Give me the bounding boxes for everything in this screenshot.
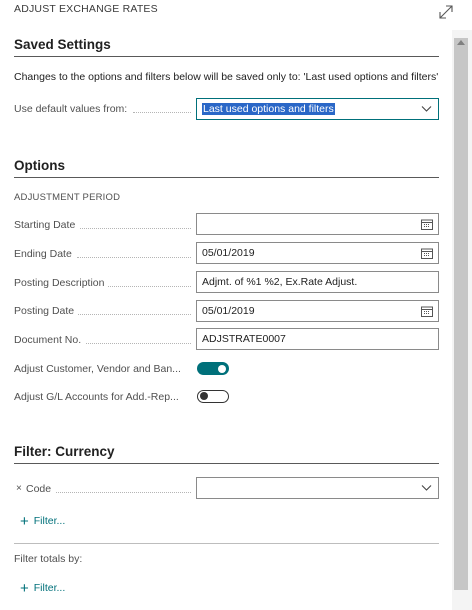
- leader-dots: [56, 492, 191, 493]
- starting-date-input[interactable]: [196, 213, 439, 235]
- add-filter-label: Filter...: [33, 515, 66, 527]
- leader-dots: [80, 228, 191, 229]
- starting-date-label: Starting Date: [14, 219, 76, 231]
- chevron-down-icon: [421, 485, 432, 491]
- leader-dots: [133, 112, 191, 113]
- calendar-icon[interactable]: [421, 219, 433, 230]
- posting-description-input[interactable]: Adjmt. of %1 %2, Ex.Rate Adjust.: [196, 271, 439, 293]
- document-no-input[interactable]: ADJSTRATE0007: [196, 328, 439, 350]
- document-no-value: ADJSTRATE0007: [202, 333, 286, 345]
- section-divider: [14, 177, 439, 178]
- dialog-title-bar: ADJUST EXCHANGE RATES: [0, 0, 472, 24]
- adjust-gl-accounts-label: Adjust G/L Accounts for Add.-Rep...: [14, 391, 179, 403]
- adjust-customer-vendor-bank-toggle[interactable]: [197, 362, 229, 375]
- scroll-up-arrow-icon[interactable]: [457, 40, 465, 45]
- posting-description-label: Posting Description: [14, 277, 105, 289]
- document-no-label: Document No.: [14, 334, 82, 346]
- remove-filter-icon[interactable]: ×: [16, 483, 22, 494]
- chevron-down-icon: [421, 106, 432, 112]
- leader-dots: [78, 314, 191, 315]
- add-currency-filter-link[interactable]: + Filter...: [20, 513, 65, 530]
- ending-date-input[interactable]: 05/01/2019: [196, 242, 439, 264]
- calendar-icon[interactable]: [421, 306, 433, 317]
- adjustment-period-heading: ADJUSTMENT PERIOD: [14, 192, 121, 203]
- leader-dots: [86, 343, 191, 344]
- posting-date-value: 05/01/2019: [202, 305, 255, 317]
- currency-code-label: Code: [26, 483, 52, 495]
- adjust-gl-accounts-toggle[interactable]: [197, 390, 229, 403]
- saved-settings-heading: Saved Settings: [14, 37, 111, 52]
- toggle-knob: [200, 392, 208, 400]
- dialog-title: ADJUST EXCHANGE RATES: [14, 3, 158, 15]
- posting-date-input[interactable]: 05/01/2019: [196, 300, 439, 322]
- default-values-selected-text: Last used options and filters: [202, 103, 335, 115]
- toggle-knob: [218, 364, 226, 373]
- default-values-label: Use default values from:: [14, 103, 128, 115]
- section-divider: [14, 463, 439, 464]
- add-filter-label: Filter...: [33, 582, 66, 594]
- filter-currency-heading: Filter: Currency: [14, 444, 115, 459]
- scrollbar-thumb[interactable]: [454, 38, 468, 590]
- currency-code-select[interactable]: [196, 477, 439, 499]
- expand-diagonal-icon[interactable]: [437, 3, 455, 21]
- default-values-select[interactable]: Last used options and filters: [196, 98, 439, 120]
- ending-date-value: 05/01/2019: [202, 247, 255, 259]
- adjust-customer-vendor-bank-label: Adjust Customer, Vendor and Ban...: [14, 363, 181, 375]
- posting-date-label: Posting Date: [14, 305, 75, 317]
- options-heading: Options: [14, 158, 65, 173]
- plus-icon: +: [20, 580, 29, 597]
- plus-icon: +: [20, 513, 29, 530]
- section-divider: [14, 56, 439, 57]
- calendar-icon[interactable]: [421, 248, 433, 259]
- leader-dots: [77, 257, 191, 258]
- saved-settings-info: Changes to the options and filters below…: [14, 71, 439, 83]
- add-totals-filter-link[interactable]: + Filter...: [20, 580, 65, 597]
- posting-description-value: Adjmt. of %1 %2, Ex.Rate Adjust.: [202, 276, 358, 288]
- section-divider: [14, 543, 439, 544]
- ending-date-label: Ending Date: [14, 248, 72, 260]
- leader-dots: [108, 286, 191, 287]
- filter-totals-label: Filter totals by:: [14, 553, 83, 565]
